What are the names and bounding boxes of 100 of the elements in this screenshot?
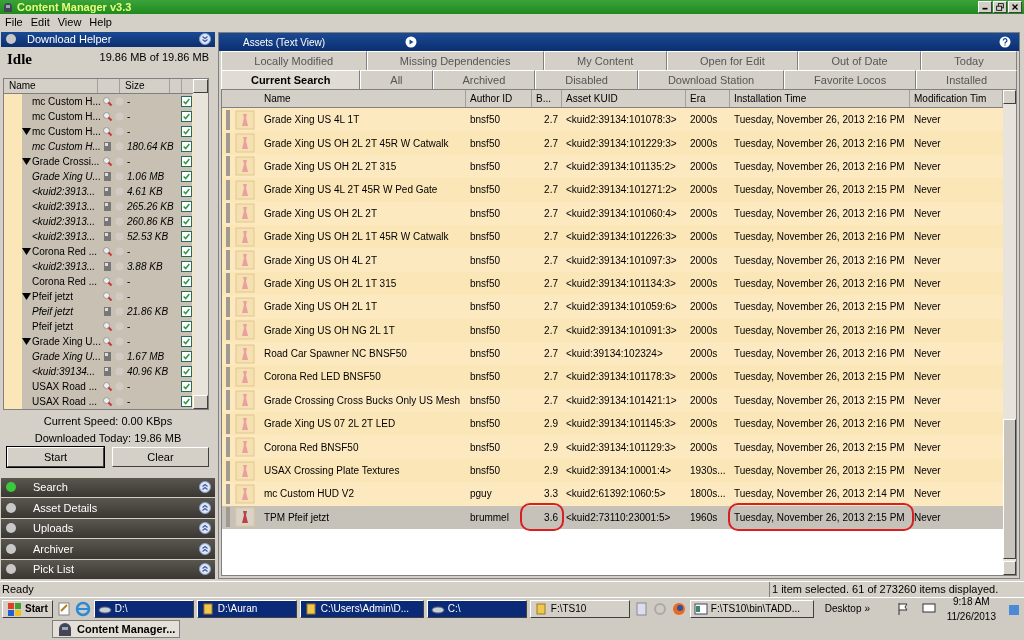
taskbar-button[interactable]: D:\Auran — [196, 599, 297, 618]
tab[interactable]: Installed — [916, 70, 1018, 89]
expand-icon[interactable] — [199, 563, 211, 576]
checkbox[interactable] — [181, 245, 192, 257]
tree-item[interactable]: Pfeif jetzt — [22, 318, 102, 334]
tab[interactable]: Current Search — [221, 70, 361, 89]
checkbox[interactable] — [181, 335, 192, 347]
checkbox[interactable] — [181, 110, 192, 122]
expand-icon[interactable] — [22, 337, 31, 345]
checkbox[interactable] — [181, 230, 192, 242]
column-header[interactable]: Name — [260, 90, 466, 107]
table-row[interactable]: Grade Xing US OH 4L 2T bnsf50 2.7 <kuid2:39134:101097:3> 2000s Tuesday, November 26, 2013 2:16 PM Never — [222, 248, 1003, 272]
taskbar-button[interactable]: Content Manager... — [52, 620, 181, 638]
checkbox[interactable] — [181, 320, 192, 332]
tree-item[interactable]: <kuid2:3913... — [22, 228, 102, 244]
table-row[interactable]: Grade Xing US OH 2L 2T 45R W Catwalk bnsf50 2.7 <kuid2:39134:101229:3> 2000s Tuesday, November 26, 2013 2:16 PM Never — [222, 131, 1003, 155]
checkbox[interactable] — [181, 170, 192, 182]
column-header[interactable]: B... — [532, 90, 562, 107]
tree-item[interactable]: USAX Road ... — [22, 378, 102, 394]
panel-header[interactable]: Asset Details — [1, 498, 215, 518]
table-row[interactable]: TPM Pfeif jetzt brummel 3.6 <kuid2:73110:23001:5> 1960s Tuesday, November 26, 2013 2:15 PM Never — [222, 505, 1003, 530]
table-row[interactable]: Corona Red BNSF50 bnsf50 2.9 <kuid2:39134:101129:3> 2000s Tuesday, November 26, 2013 2:15 PM Never — [222, 435, 1003, 459]
minimize-button[interactable] — [978, 1, 992, 13]
tree-item[interactable]: Grade Xing U... — [22, 168, 102, 184]
tab[interactable]: Archived — [432, 70, 536, 89]
firefox-icon[interactable] — [670, 600, 687, 617]
taskbar-button[interactable]: D:\ — [93, 599, 194, 618]
play-icon[interactable] — [405, 36, 418, 48]
taskbar-button[interactable]: F:\TS10\bin\TADD... — [689, 599, 814, 618]
checkbox[interactable] — [181, 290, 192, 302]
checkbox[interactable] — [181, 140, 192, 152]
tree-item[interactable]: <kuid2:3913... — [22, 198, 102, 214]
tree-item[interactable]: <kuid:39134... — [22, 363, 102, 379]
tree-item[interactable]: <kuid2:3913... — [22, 258, 102, 274]
close-button[interactable] — [1008, 1, 1022, 13]
checkbox[interactable] — [181, 155, 192, 167]
toolbar-label[interactable]: Desktop — [824, 603, 862, 614]
menu-item[interactable]: File — [5, 16, 23, 28]
chevron-text[interactable]: » — [864, 603, 871, 614]
tab[interactable]: My Content — [543, 51, 667, 70]
column-header[interactable]: Author ID — [466, 90, 532, 107]
scrollbar[interactable] — [193, 78, 208, 409]
menu-item[interactable]: Help — [89, 16, 112, 28]
tree-item[interactable]: mc Custom H... — [22, 93, 102, 109]
expand-icon[interactable] — [199, 501, 211, 514]
tab[interactable]: Missing Dependencies — [366, 51, 544, 70]
table-row[interactable]: Grade Xing US OH 2L 2T bnsf50 2.7 <kuid2:39134:101060:4> 2000s Tuesday, November 26, 2013 2:16 PM Never — [222, 201, 1003, 225]
table-row[interactable]: Grade Xing US OH 2L 1T bnsf50 2.7 <kuid2:39134:101059:6> 2000s Tuesday, November 26, 2013 2:15 PM Never — [222, 295, 1003, 319]
tree-item[interactable]: Corona Red ... — [22, 243, 102, 259]
expand-icon[interactable] — [199, 522, 211, 535]
tab[interactable]: Out of Date — [798, 51, 921, 70]
table-row[interactable]: Grade Xing US OH 2L 2T 315 bnsf50 2.7 <kuid2:39134:101135:2> 2000s Tuesday, November 26, 2013 2:16 PM Never — [222, 154, 1003, 179]
panel-header[interactable]: Uploads — [1, 518, 215, 538]
panel-header[interactable]: Archiver — [1, 539, 215, 559]
tab[interactable]: Locally Modified — [221, 51, 367, 70]
column-header[interactable]: Name — [4, 78, 98, 93]
notepad-icon[interactable] — [55, 600, 72, 617]
menu-item[interactable]: View — [57, 16, 82, 28]
tab[interactable]: Open for Edit — [666, 51, 799, 70]
clock-date[interactable]: 11/26/2013 — [946, 610, 996, 622]
checkbox[interactable] — [181, 380, 192, 392]
clear-button[interactable]: Clear — [112, 446, 209, 467]
expand-icon[interactable] — [199, 542, 211, 555]
tree-item[interactable]: <kuid2:3913... — [22, 213, 102, 229]
expand-icon[interactable] — [22, 127, 31, 135]
tree-item[interactable]: Grade Crossi... — [22, 153, 102, 169]
table-row[interactable]: mc Custom HUD V2 pguy 3.3 <kuid2:61392:1060:5> 1800s... Tuesday, November 26, 2013 2:14 PM Never — [222, 482, 1003, 506]
taskbar-button[interactable]: C:\ — [426, 599, 527, 618]
checkbox[interactable] — [181, 95, 192, 107]
checkbox[interactable] — [181, 305, 192, 317]
tree-item[interactable]: Pfeif jetzt — [22, 303, 102, 319]
panel-header[interactable]: Pick List — [1, 559, 215, 579]
table-row[interactable]: Grade Crossing Cross Bucks Only US Mesh bnsf50 2.7 <kuid2:39134:101421:1> 2000s Tuesday, November 26, 2013 2:15 PM Never — [222, 388, 1003, 413]
tab[interactable]: Today — [921, 51, 1017, 70]
checkbox[interactable] — [181, 260, 192, 272]
menu-item[interactable]: Edit — [30, 16, 50, 28]
tree-item[interactable]: Grade Xing U... — [22, 333, 102, 349]
tree-item[interactable]: Grade Xing U... — [22, 348, 102, 364]
column-header[interactable]: Era — [686, 90, 730, 107]
table-row[interactable]: Grade Xing US OH 2L 1T 45R W Catwalk bnsf50 2.7 <kuid2:39134:101226:3> 2000s Tuesday, November 26, 2013 2:16 PM Never — [222, 224, 1003, 249]
table-row[interactable]: Grade Xing US OH 2L 1T 315 bnsf50 2.7 <kuid2:39134:101134:3> 2000s Tuesday, November 26, 2013 2:16 PM Never — [222, 271, 1003, 296]
panel-header[interactable]: Search — [1, 477, 215, 497]
tab[interactable]: Favorite Locos — [784, 70, 917, 89]
tree-item[interactable]: USAX Road ... — [22, 393, 102, 409]
checkbox[interactable] — [181, 395, 192, 407]
scrollbar[interactable] — [1003, 90, 1016, 575]
taskbar-button[interactable]: C:\Users\Admin\D... — [299, 599, 424, 618]
table-row[interactable]: Grade Xing US 4L 1T bnsf50 2.7 <kuid2:39134:101078:3> 2000s Tuesday, November 26, 2013 2:16 PM Never — [222, 108, 1003, 132]
tree-item[interactable]: <kuid2:3913... — [22, 183, 102, 199]
tree-item[interactable]: mc Custom H... — [22, 108, 102, 124]
table-row[interactable]: Grade Xing US 4L 2T 45R W Ped Gate bnsf50 2.7 <kuid2:39134:101271:2> 2000s Tuesday, November 26, 2013 2:15 PM Never — [222, 178, 1003, 202]
expand-icon[interactable] — [22, 157, 31, 165]
tab[interactable]: All — [360, 70, 433, 89]
help-icon[interactable] — [999, 36, 1011, 48]
expand-icon[interactable] — [22, 292, 31, 300]
tree-item[interactable]: mc Custom H... — [22, 123, 102, 139]
tree-item[interactable]: Pfeif jetzt — [22, 288, 102, 304]
collapse-icon[interactable] — [199, 33, 211, 46]
expand-icon[interactable] — [199, 481, 211, 494]
checkbox[interactable] — [181, 275, 192, 287]
